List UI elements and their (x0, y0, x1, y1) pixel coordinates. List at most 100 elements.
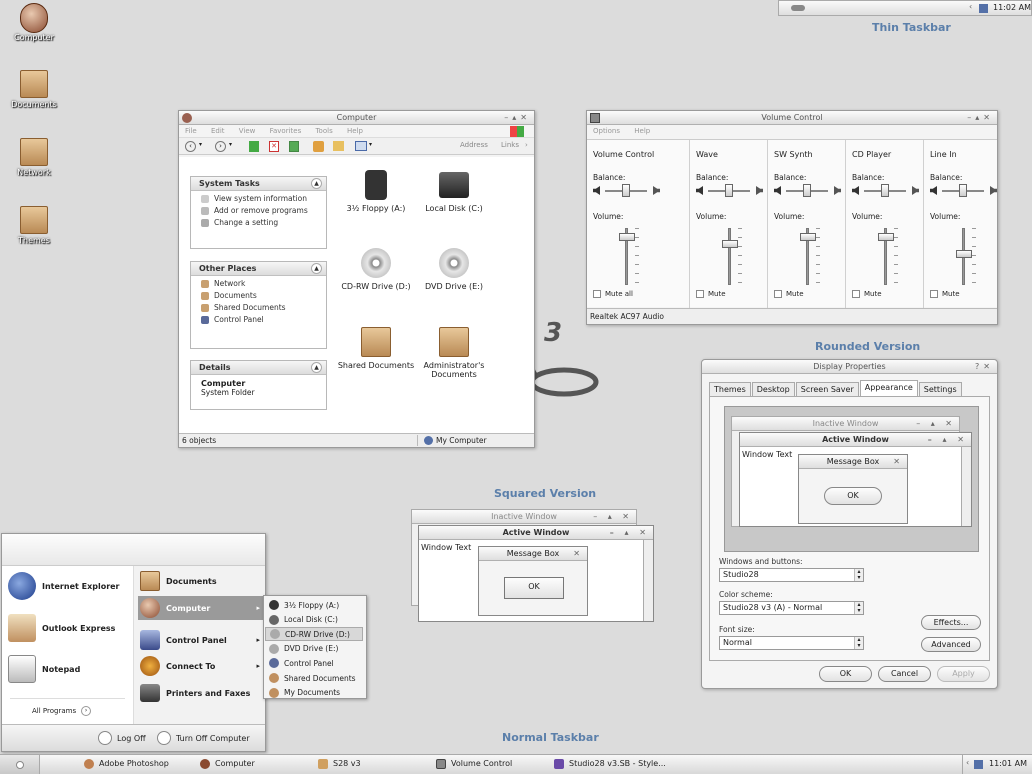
taskbar-item-photoshop[interactable]: Adobe Photoshop (84, 757, 169, 770)
place-link[interactable]: Control Panel (191, 312, 326, 324)
taskbar-item-s28[interactable]: S28 v3 (318, 757, 361, 770)
close-button[interactable]: ✕ (983, 113, 994, 122)
address-label[interactable]: Address (460, 141, 488, 149)
delete-icon[interactable]: ✕ (269, 141, 279, 152)
forward-button[interactable]: › (215, 141, 226, 152)
all-programs-button[interactable]: All Programs › (32, 706, 92, 716)
program-notepad[interactable]: Notepad (8, 655, 80, 683)
program-internet-explorer[interactable]: Internet Explorer (8, 572, 120, 600)
links-label[interactable]: Links (501, 141, 519, 149)
submenu-item[interactable]: 3½ Floppy (A:) (265, 598, 363, 612)
mute-checkbox[interactable]: Mute all (593, 290, 633, 298)
volume-slider-thumb[interactable] (619, 232, 635, 241)
start-item-connect-to[interactable]: Connect To ▸ (140, 654, 264, 678)
folders-icon[interactable] (333, 141, 344, 151)
turn-off-button[interactable]: Turn Off Computer (157, 731, 250, 745)
tray-clock[interactable]: 11:02 AM (993, 3, 1031, 12)
drive-dvd[interactable]: DVD Drive (E:) (414, 248, 494, 291)
balance-slider-thumb[interactable] (881, 184, 889, 197)
tray-network-icon[interactable] (974, 760, 983, 769)
volume-slider-thumb[interactable] (956, 250, 972, 259)
effects-button[interactable]: Effects... (921, 615, 981, 630)
cancel-button[interactable]: Cancel (878, 666, 931, 682)
tab-appearance[interactable]: Appearance (859, 380, 918, 396)
tab-themes[interactable]: Themes (709, 382, 751, 396)
tray-clock[interactable]: 11:01 AM (989, 759, 1027, 768)
submenu-item[interactable]: My Documents (265, 686, 363, 700)
submenu-item[interactable]: Shared Documents (265, 671, 363, 685)
place-link[interactable]: Network (191, 276, 326, 288)
home-icon[interactable] (313, 141, 324, 152)
desktop-icon-computer[interactable]: Computer (4, 3, 64, 42)
start-item-printers-faxes[interactable]: Printers and Faxes (140, 681, 264, 705)
volume-slider-thumb[interactable] (878, 232, 894, 241)
menu-edit[interactable]: Edit (211, 127, 225, 135)
back-button[interactable]: ‹ (185, 141, 196, 152)
ok-button[interactable]: OK (819, 666, 872, 682)
mute-checkbox[interactable]: Mute (774, 290, 804, 298)
mute-checkbox[interactable]: Mute (852, 290, 882, 298)
collapse-chevron-icon[interactable]: ▲ (311, 362, 322, 373)
apply-button[interactable]: Apply (937, 666, 990, 682)
display-titlebar[interactable]: Display Properties ?✕ (702, 360, 997, 374)
taskbar-item-volume-control[interactable]: Volume Control (436, 757, 512, 770)
drive-local-disk[interactable]: Local Disk (C:) (414, 170, 494, 213)
drive-cd-rw[interactable]: CD-RW Drive (D:) (336, 248, 416, 291)
start-item-documents[interactable]: Documents (140, 569, 264, 593)
spinner-icon[interactable]: ▴ ▾ (854, 569, 863, 581)
up-folder-icon[interactable] (249, 141, 259, 152)
desktop-icon-themes[interactable]: Themes (4, 206, 64, 245)
volume-slider-track[interactable] (728, 228, 731, 285)
taskbar-item-computer[interactable]: Computer (200, 757, 255, 770)
start-item-control-panel[interactable]: Control Panel ▸ (140, 628, 264, 652)
tray-chevron-icon[interactable]: ‹ (966, 758, 969, 767)
tray-network-icon[interactable] (979, 4, 988, 13)
color-scheme-select[interactable]: Studio28 v3 (A) - Normal ▴ ▾ (719, 601, 864, 615)
pane-header[interactable]: Other Places ▲ (191, 262, 326, 276)
pane-header[interactable]: System Tasks ▲ (191, 177, 326, 191)
menu-help[interactable]: Help (347, 127, 363, 135)
volume-titlebar[interactable]: Volume Control –▴✕ (587, 111, 997, 125)
menu-options[interactable]: Options (593, 127, 620, 135)
tray-chevron-icon[interactable]: ‹ (969, 2, 972, 11)
menu-file[interactable]: File (185, 127, 197, 135)
task-link[interactable]: View system information (191, 191, 326, 203)
menu-help[interactable]: Help (634, 127, 650, 135)
font-size-select[interactable]: Normal ▴ ▾ (719, 636, 864, 650)
shared-documents-folder[interactable]: Shared Documents (336, 327, 416, 370)
back-dropdown-icon[interactable]: ▾ (199, 141, 202, 148)
submenu-item[interactable]: Local Disk (C:) (265, 613, 363, 627)
drive-floppy[interactable]: 3½ Floppy (A:) (336, 170, 416, 213)
windows-buttons-select[interactable]: Studio28 ▴ ▾ (719, 568, 864, 582)
thin-taskbar-start-icon[interactable] (791, 5, 805, 11)
menu-favorites[interactable]: Favorites (270, 127, 302, 135)
desktop-icon-network[interactable]: Network (4, 138, 64, 177)
place-link[interactable]: Shared Documents (191, 300, 326, 312)
views-dropdown-icon[interactable]: ▾ (369, 141, 372, 148)
tab-desktop[interactable]: Desktop (751, 382, 795, 396)
volume-slider-thumb[interactable] (722, 240, 738, 249)
collapse-chevron-icon[interactable]: ▲ (311, 263, 322, 274)
spinner-icon[interactable]: ▴ ▾ (854, 637, 863, 649)
program-outlook-express[interactable]: Outlook Express (8, 614, 115, 642)
close-button[interactable]: ✕ (520, 113, 531, 122)
balance-slider-thumb[interactable] (959, 184, 967, 197)
menu-view[interactable]: View (239, 127, 256, 135)
forward-dropdown-icon[interactable]: ▾ (229, 141, 232, 148)
menu-tools[interactable]: Tools (315, 127, 332, 135)
tab-screen-saver[interactable]: Screen Saver (795, 382, 859, 396)
advanced-button[interactable]: Advanced (921, 637, 981, 652)
collapse-chevron-icon[interactable]: ▲ (311, 178, 322, 189)
mute-checkbox[interactable]: Mute (696, 290, 726, 298)
task-link[interactable]: Add or remove programs (191, 203, 326, 215)
volume-slider-thumb[interactable] (800, 232, 816, 241)
submenu-item[interactable]: Control Panel (265, 656, 363, 670)
close-button[interactable]: ✕ (983, 362, 994, 371)
views-icon[interactable] (355, 141, 367, 151)
links-chevron-icon[interactable]: › (525, 141, 528, 149)
admin-documents-folder[interactable]: Administrator's Documents (414, 327, 494, 379)
task-link[interactable]: Change a setting (191, 215, 326, 227)
balance-slider-thumb[interactable] (803, 184, 811, 197)
log-off-button[interactable]: Log Off (98, 731, 146, 745)
submenu-item[interactable]: CD-RW Drive (D:) (265, 627, 363, 642)
